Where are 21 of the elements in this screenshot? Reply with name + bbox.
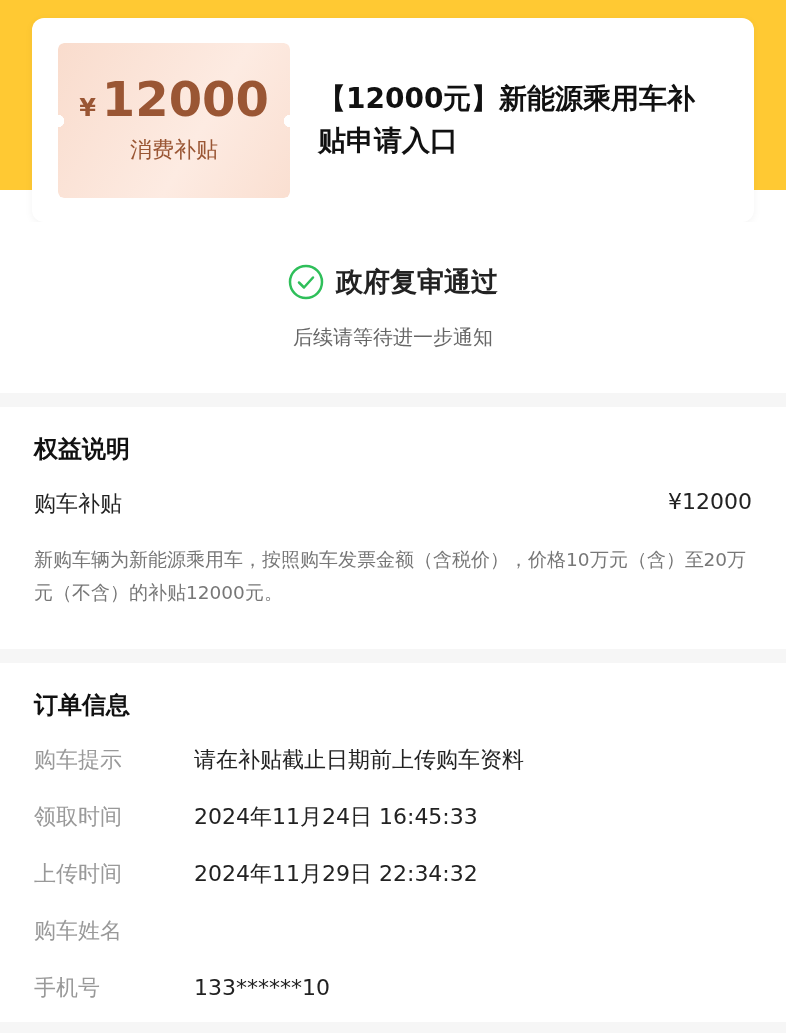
- coupon-amount: 12000: [101, 75, 269, 123]
- status-text: 政府复审通过: [336, 265, 498, 299]
- coupon-label: 消费补贴: [130, 136, 218, 164]
- field-value: 2024年11月24日 16:45:33: [194, 802, 478, 831]
- benefit-name: 购车补贴: [34, 490, 122, 518]
- field-label: 手机号: [34, 973, 101, 1002]
- field-value: 133******10: [194, 975, 330, 1000]
- benefit-amount: ¥12000: [668, 489, 752, 516]
- benefit-description: 新购车辆为新能源乘用车，按照购车发票金额（含税价），价格10万元（含）至20万元（不含）的补贴12000元。: [34, 548, 748, 605]
- field-label: 领取时间: [34, 802, 123, 831]
- field-label: 上传时间: [34, 859, 123, 888]
- check-circle-icon: [288, 264, 324, 300]
- currency-symbol: ¥: [79, 94, 96, 122]
- field-label: 购车提示: [34, 745, 123, 774]
- status-note: 后续请等待进一步通知: [293, 324, 493, 351]
- field-value: 2024年11月29日 22:34:32: [194, 859, 478, 888]
- field-label: 购车姓名: [34, 916, 123, 945]
- section-heading: 订单信息: [34, 690, 131, 721]
- field-value: 请在补贴截止日期前上传购车资料: [194, 745, 524, 774]
- section-heading: 权益说明: [34, 434, 131, 465]
- page-title: 【12000元】新能源乘用车补贴申请入口: [318, 81, 697, 159]
